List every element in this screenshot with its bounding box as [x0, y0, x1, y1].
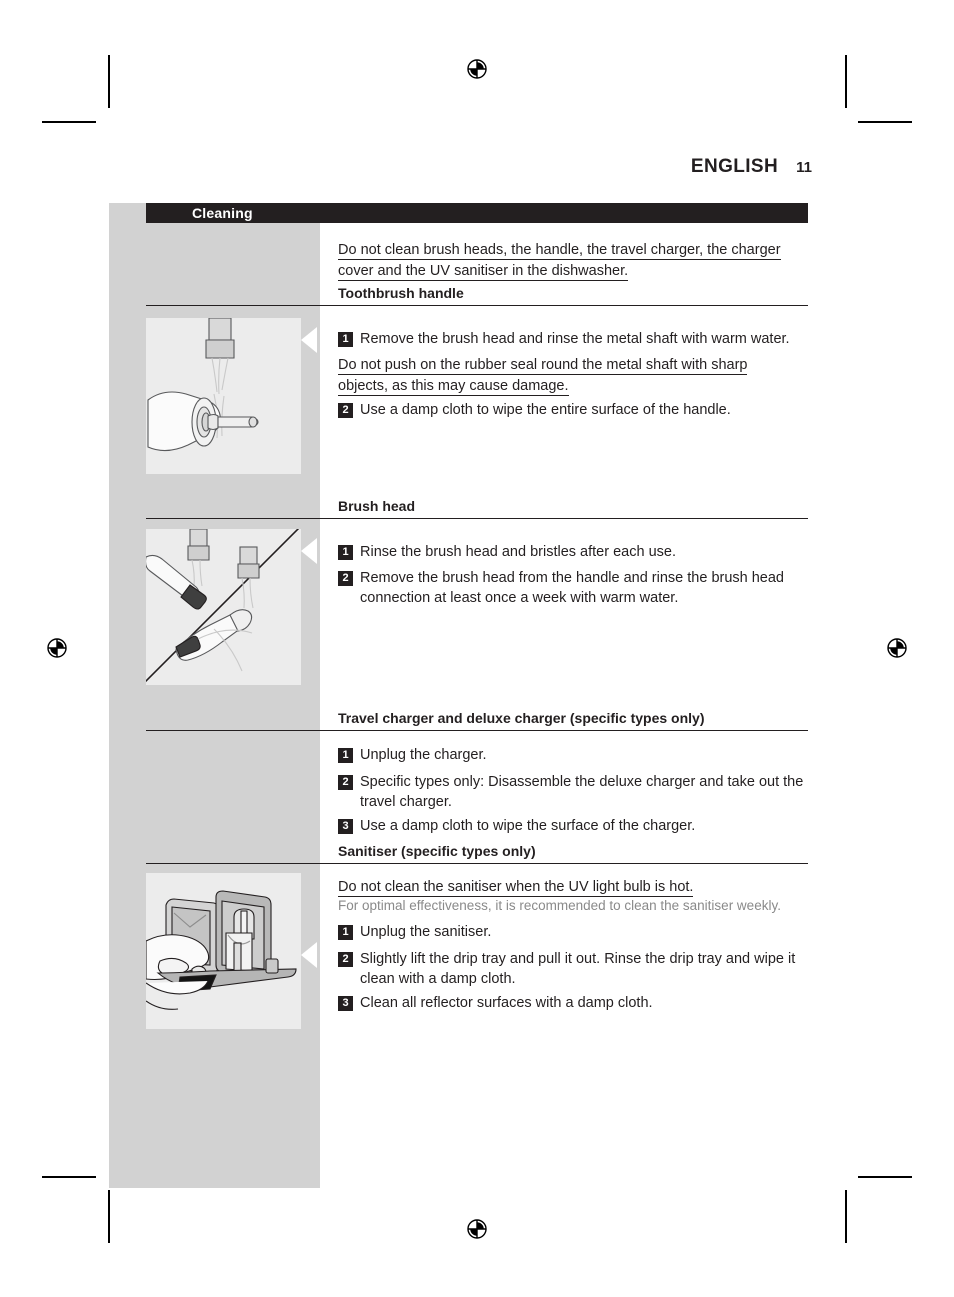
step-badge: 1: [338, 332, 353, 347]
intro-warning-line2: cover and the UV sanitiser in the dishwa…: [338, 263, 629, 281]
step-badge: 1: [338, 925, 353, 940]
step-charger-2: 2 Specific types only: Disassemble the d…: [338, 772, 816, 812]
manual-page: ENGLISH 11 Cleaning Do not clean brush h…: [0, 0, 954, 1297]
step-text: Use a damp cloth to wipe the surface of …: [360, 818, 696, 834]
intro-warning-line1: Do not clean brush heads, the handle, th…: [338, 242, 781, 260]
step-badge: 1: [338, 545, 353, 560]
step-text: Specific types only: Disassemble the del…: [360, 774, 804, 810]
sanitiser-drip-tray-illustration: [146, 873, 301, 1029]
crop-mark-top-left-horizontal: [42, 121, 96, 123]
step-badge: 2: [338, 775, 353, 790]
registration-mark-top: [467, 59, 487, 79]
callout-pointer-handle: [301, 327, 317, 353]
crop-mark-bottom-right-horizontal: [858, 1176, 912, 1178]
heading-brush-head: Brush head: [338, 498, 416, 514]
step-brushhead-1: 1 Rinse the brush head and bristles afte…: [338, 542, 808, 562]
step-text: Remove the brush head and rinse the meta…: [360, 331, 790, 347]
step-badge: 2: [338, 952, 353, 967]
rule-after-toothbrush-handle-heading: [146, 305, 808, 306]
step-sanitiser-1: 1 Unplug the sanitiser.: [338, 922, 808, 942]
toothbrush-handle-rinsing-illustration: [146, 318, 301, 474]
warning-toothbrush-handle: Do not push on the rubber seal round the…: [338, 355, 808, 397]
step-text: Remove the brush head from the handle an…: [360, 570, 784, 606]
step-badge: 3: [338, 996, 353, 1011]
language-title: ENGLISH: [690, 156, 779, 177]
rule-after-sanitiser-heading: [146, 863, 808, 864]
registration-mark-right: [887, 638, 907, 658]
step-text: Unplug the sanitiser.: [360, 924, 492, 940]
intro-warning: Do not clean brush heads, the handle, th…: [338, 240, 808, 282]
registration-mark-left: [47, 638, 67, 658]
step-text: Unplug the charger.: [360, 747, 487, 763]
rule-after-brush-head-heading: [146, 518, 808, 519]
section-bar-title: Cleaning: [192, 205, 253, 221]
heading-travel-charger: Travel charger and deluxe charger (speci…: [338, 710, 705, 726]
warning-line2: objects, as this may cause damage.: [338, 378, 569, 396]
step-sanitiser-2: 2 Slightly lift the drip tray and pull i…: [338, 949, 816, 989]
step-charger-1: 1 Unplug the charger.: [338, 745, 808, 765]
callout-pointer-brush-head: [301, 538, 317, 564]
step-badge: 2: [338, 403, 353, 418]
registration-mark-bottom: [467, 1219, 487, 1239]
step-handle-1: 1 Remove the brush head and rinse the me…: [338, 329, 808, 349]
warning-line1: Do not clean the sanitiser when the UV l…: [338, 879, 694, 897]
step-text: Rinse the brush head and bristles after …: [360, 544, 676, 560]
step-handle-2: 2 Use a damp cloth to wipe the entire su…: [338, 400, 808, 420]
warning-sanitiser: Do not clean the sanitiser when the UV l…: [338, 877, 808, 898]
page-number: 11: [796, 159, 812, 176]
step-badge: 3: [338, 819, 353, 834]
step-charger-3: 3 Use a damp cloth to wipe the surface o…: [338, 816, 808, 836]
crop-mark-bottom-left-vertical: [108, 1190, 110, 1243]
step-sanitiser-3: 3 Clean all reflector surfaces with a da…: [338, 993, 808, 1013]
crop-mark-bottom-left-horizontal: [42, 1176, 96, 1178]
step-text: Slightly lift the drip tray and pull it …: [360, 951, 796, 987]
step-brushhead-2: 2 Remove the brush head from the handle …: [338, 568, 808, 608]
step-text: Use a damp cloth to wipe the entire surf…: [360, 402, 731, 418]
heading-toothbrush-handle: Toothbrush handle: [338, 285, 464, 301]
step-badge: 1: [338, 748, 353, 763]
callout-pointer-sanitiser: [301, 942, 317, 968]
step-badge: 2: [338, 571, 353, 586]
heading-sanitiser: Sanitiser (specific types only): [338, 843, 536, 859]
page-header: ENGLISH 11: [691, 156, 812, 178]
warning-line1: Do not push on the rubber seal round the…: [338, 357, 748, 375]
crop-mark-top-left-vertical: [108, 55, 110, 108]
crop-mark-top-right-horizontal: [858, 121, 912, 123]
note-sanitiser: For optimal effectiveness, it is recomme…: [338, 898, 781, 913]
crop-mark-bottom-right-vertical: [845, 1190, 847, 1243]
step-text: Clean all reflector surfaces with a damp…: [360, 995, 653, 1011]
rule-after-travel-charger-heading: [146, 730, 808, 731]
brush-head-rinsing-illustration: [146, 529, 301, 685]
crop-mark-top-right-vertical: [845, 55, 847, 108]
